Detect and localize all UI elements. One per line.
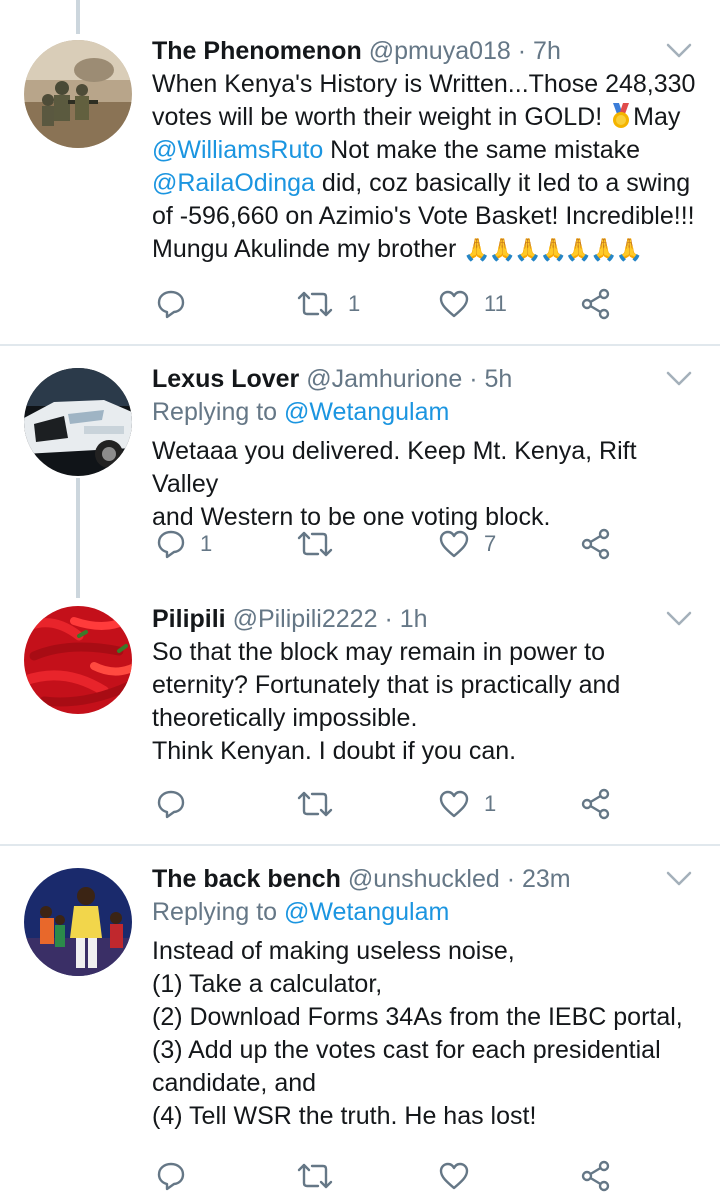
like-count: 7 <box>484 531 497 556</box>
timestamp[interactable]: · 1h <box>384 605 427 633</box>
like-button[interactable]: 11 <box>438 286 507 322</box>
tweet-text-line: @WilliamsRuto Not make the same mistake <box>152 134 696 167</box>
tweet-text-line: (4) Tell WSR the truth. He has lost! <box>152 1102 537 1130</box>
tweet-lexus-lover[interactable]: Lexus Lover @Jamhurione · 5h Replying to… <box>0 346 720 584</box>
tweet-text-line: @RailaOdinga did, coz basically it led t… <box>152 167 696 200</box>
mention-link[interactable]: @WilliamsRuto <box>152 136 323 164</box>
replying-to-handle[interactable]: @Wetangulam <box>284 398 449 426</box>
text-span: did, coz basically it led to a swing <box>314 169 691 197</box>
display-name[interactable]: The back bench <box>152 865 341 893</box>
retweet-button[interactable] <box>296 526 348 562</box>
timestamp[interactable]: · 23m <box>507 865 571 893</box>
share-icon <box>581 528 610 560</box>
tweet-text-line: (2) Download Forms 34As from the IEBC po… <box>152 1003 683 1031</box>
heart-icon <box>439 530 469 558</box>
reply-icon <box>157 290 185 319</box>
reply-count: 1 <box>200 531 213 556</box>
tweet-text-line: theoretically impossible. <box>152 704 418 732</box>
handle[interactable]: @Pilipili2222 <box>233 605 378 633</box>
heart-icon <box>439 1162 469 1190</box>
chevron-down-icon[interactable] <box>666 870 692 888</box>
retweet-icon <box>297 791 333 817</box>
tweet-text-line: of -596,660 on Azimio's Vote Basket! Inc… <box>152 202 695 230</box>
tweet-text-line: So that the block may remain in power to <box>152 638 606 666</box>
share-button[interactable] <box>580 1158 612 1194</box>
heart-icon <box>439 790 469 818</box>
retweet-button[interactable] <box>296 786 348 822</box>
text-span: votes will be worth their weight in GOLD… <box>152 103 610 131</box>
retweet-button[interactable] <box>296 1158 334 1194</box>
text-span: Mungu Akulinde my brother <box>152 235 464 263</box>
share-icon <box>581 288 610 320</box>
replying-to-handle[interactable]: @Wetangulam <box>284 898 449 926</box>
tweet-text-line: Think Kenyan. I doubt if you can. <box>152 737 517 765</box>
replying-to: Replying to @Wetangulam <box>152 396 696 429</box>
replying-to-label: Replying to <box>152 398 285 426</box>
reply-button[interactable] <box>156 786 200 822</box>
avatar[interactable] <box>24 40 132 148</box>
action-bar-partial <box>156 1158 626 1194</box>
tweet-the-back-bench[interactable]: The back bench @unshuckled · 23m Replyin… <box>0 846 720 1192</box>
tweet-text: When Kenya's History is Written...Those … <box>152 68 696 266</box>
chevron-down-icon[interactable] <box>666 42 692 60</box>
reply-icon <box>157 790 185 819</box>
mention-link[interactable]: @RailaOdinga <box>152 169 315 197</box>
text-span: May <box>633 103 681 131</box>
avatar[interactable] <box>24 368 132 476</box>
like-button[interactable] <box>438 1158 470 1194</box>
avatar[interactable] <box>24 868 132 976</box>
medal-emoji-icon <box>613 103 630 128</box>
replying-to-label: Replying to <box>152 898 285 926</box>
tweet-text-line: Mungu Akulinde my brother 🙏🙏🙏🙏🙏🙏🙏 <box>152 233 696 266</box>
retweet-button[interactable]: 1 <box>296 286 360 322</box>
like-count: 1 <box>484 791 497 816</box>
retweet-count: 1 <box>348 291 361 316</box>
tweet-text-line: eternity? Fortunately that is practicall… <box>152 671 621 699</box>
chevron-down-icon[interactable] <box>666 610 692 628</box>
folded-hands-emoji: 🙏🙏🙏🙏🙏🙏🙏 <box>463 237 643 262</box>
like-count: 11 <box>484 291 507 316</box>
tweet-text-line: Wetaaa you delivered. Keep Mt. Kenya, Ri… <box>152 437 637 498</box>
share-icon <box>581 788 610 820</box>
handle[interactable]: @pmuya018 <box>369 37 511 65</box>
retweet-icon <box>297 1163 333 1189</box>
chevron-down-icon[interactable] <box>666 370 692 388</box>
retweet-icon <box>297 531 333 557</box>
display-name[interactable]: Pilipili <box>152 605 226 633</box>
text-span: Not make the same mistake <box>323 136 641 164</box>
tweet-text: Wetaaa you delivered. Keep Mt. Kenya, Ri… <box>152 435 696 534</box>
like-button[interactable]: 1 <box>438 786 496 822</box>
retweet-icon <box>297 291 333 317</box>
reply-button[interactable] <box>156 286 200 322</box>
share-button[interactable] <box>580 286 612 322</box>
tweet-text: Instead of making useless noise, (1) Tak… <box>152 935 696 1133</box>
reply-button[interactable]: 1 <box>156 526 212 562</box>
display-name[interactable]: Lexus Lover <box>152 365 299 393</box>
timestamp[interactable]: · 5h <box>469 365 512 393</box>
like-button[interactable]: 7 <box>438 526 496 562</box>
heart-icon <box>439 290 469 318</box>
reply-icon <box>157 530 185 559</box>
tweet-text-line: votes will be worth their weight in GOLD… <box>152 101 696 134</box>
tweet-the-phenomenon[interactable]: The Phenomenon @pmuya018 · 7h When Kenya… <box>0 0 720 344</box>
tweet-text-line: candidate, and <box>152 1069 317 1097</box>
share-button[interactable] <box>580 786 612 822</box>
timestamp[interactable]: · 7h <box>518 37 561 65</box>
tweet-text-line: (3) Add up the votes cast for each presi… <box>152 1036 661 1064</box>
replying-to: Replying to @Wetangulam <box>152 896 696 929</box>
tweet-text: So that the block may remain in power to… <box>152 636 696 768</box>
reply-button[interactable] <box>156 1158 186 1194</box>
avatar[interactable] <box>24 606 132 714</box>
reply-icon <box>157 1162 185 1191</box>
tweet-pilipili[interactable]: Pilipili @Pilipili2222 · 1h So that the … <box>0 586 720 844</box>
tweet-text-line: When Kenya's History is Written...Those … <box>152 70 696 98</box>
handle[interactable]: @unshuckled <box>348 865 500 893</box>
tweet-text-line: Instead of making useless noise, <box>152 937 515 965</box>
tweet-text-line: (1) Take a calculator, <box>152 970 383 998</box>
share-button[interactable] <box>580 526 612 562</box>
display-name[interactable]: The Phenomenon <box>152 37 362 65</box>
handle[interactable]: @Jamhurione <box>306 365 462 393</box>
